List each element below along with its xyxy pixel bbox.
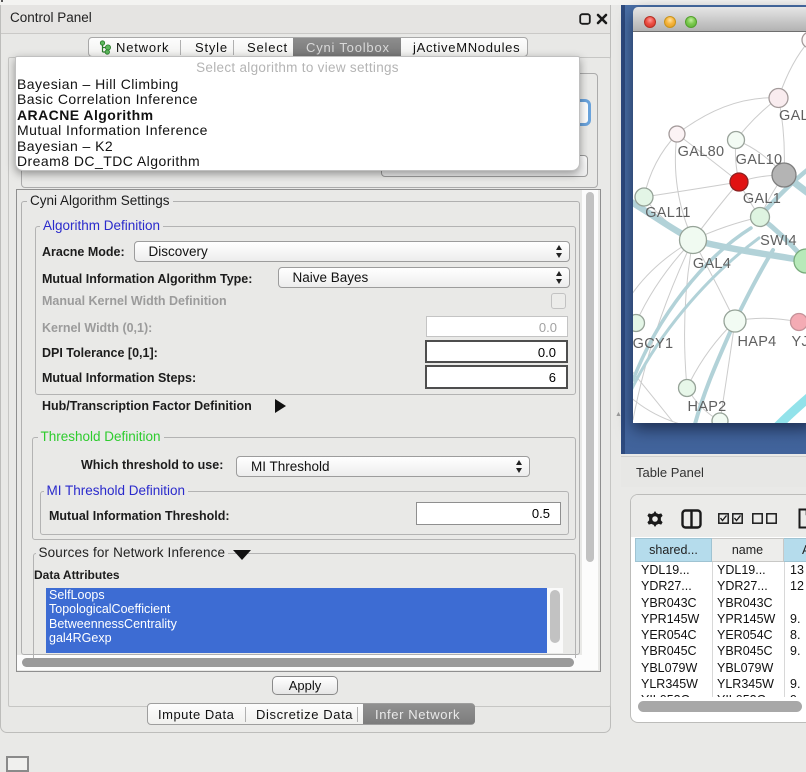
svg-text:YJL: YJL <box>792 334 806 350</box>
svg-text:GAL1: GAL1 <box>743 191 781 207</box>
svg-text:GAL7: GAL7 <box>779 108 806 124</box>
svg-text:GAL11: GAL11 <box>645 205 691 221</box>
svg-text:GAL80: GAL80 <box>678 144 725 160</box>
svg-text:SWI4: SWI4 <box>760 233 797 249</box>
svg-text:GCY1: GCY1 <box>633 336 673 352</box>
svg-text:GAL4: GAL4 <box>693 256 731 272</box>
svg-text:HAP2: HAP2 <box>687 399 726 415</box>
svg-text:GAL10: GAL10 <box>736 152 783 168</box>
svg-text:HAP4: HAP4 <box>737 334 776 350</box>
